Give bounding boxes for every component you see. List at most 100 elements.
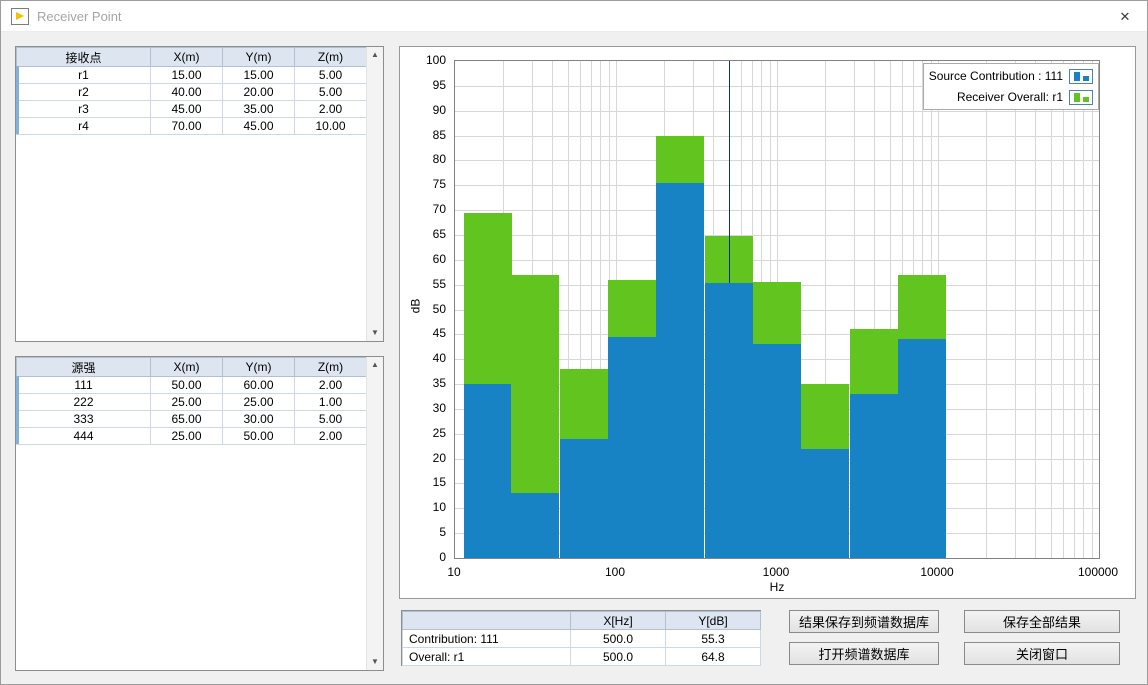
col-header-empty — [403, 612, 571, 630]
contribution-bar — [801, 449, 849, 558]
v-gridline — [1051, 61, 1052, 558]
v-gridline — [1083, 61, 1084, 558]
overall-bar — [560, 369, 608, 439]
overall-bar — [801, 384, 849, 449]
scroll-up-icon[interactable]: ▲ — [367, 357, 383, 373]
table-cell: 65.00 — [151, 411, 223, 428]
table-cell: 25.00 — [151, 394, 223, 411]
v-gridline — [986, 61, 987, 558]
scroll-up-icon[interactable]: ▲ — [367, 47, 383, 63]
scroll-down-icon[interactable]: ▼ — [367, 654, 383, 670]
table-row[interactable]: r115.0015.005.00 — [17, 67, 367, 84]
cursor-line[interactable] — [729, 61, 730, 283]
table-row[interactable]: r345.0035.002.00 — [17, 101, 367, 118]
col-header-y: Y(m) — [223, 48, 295, 67]
y-tick-label: 55 — [400, 277, 446, 291]
table-cell: 5.00 — [295, 67, 367, 84]
table-cell: r3 — [17, 101, 151, 118]
table-cell: r4 — [17, 118, 151, 135]
play-arrow-icon — [16, 12, 24, 20]
y-tick-label: 10 — [400, 500, 446, 514]
y-tick-label: 100 — [400, 53, 446, 67]
contribution-bar — [511, 493, 559, 558]
save-all-results-button[interactable]: 保存全部结果 — [964, 610, 1120, 633]
table-cell: r2 — [17, 84, 151, 101]
y-tick-label: 75 — [400, 177, 446, 191]
legend-item-overall[interactable]: Receiver Overall: r1 — [929, 88, 1093, 106]
y-tick-label: 15 — [400, 475, 446, 489]
y-tick-label: 50 — [400, 302, 446, 316]
cursor-table-panel: X[Hz] Y[dB] Contribution: 111500.055.3Ov… — [401, 610, 761, 666]
table-cell: 222 — [17, 394, 151, 411]
open-spectrum-db-button[interactable]: 打开频谱数据库 — [789, 642, 939, 665]
close-icon[interactable]: ✕ — [1115, 7, 1135, 27]
save-to-spectrum-db-button[interactable]: 结果保存到频谱数据库 — [789, 610, 939, 633]
y-tick-label: 30 — [400, 401, 446, 415]
y-tick-label: 95 — [400, 78, 446, 92]
close-window-button[interactable]: 关闭窗口 — [964, 642, 1120, 665]
y-tick-label: 40 — [400, 351, 446, 365]
receiver-scrollbar[interactable]: ▲ ▼ — [366, 47, 383, 341]
v-gridline — [1015, 61, 1016, 558]
x-tick-label: 10 — [447, 565, 460, 579]
source-table-body: 11150.0060.002.0022225.0025.001.0033365.… — [17, 377, 367, 445]
table-row[interactable]: 44425.0050.002.00 — [17, 428, 367, 445]
col-header-z: Z(m) — [295, 48, 367, 67]
y-tick-label: 25 — [400, 426, 446, 440]
v-gridline — [1035, 61, 1036, 558]
table-row[interactable]: 33365.0030.005.00 — [17, 411, 367, 428]
table-cell: 45.00 — [151, 101, 223, 118]
scroll-down-icon[interactable]: ▼ — [367, 325, 383, 341]
table-cell: 30.00 — [223, 411, 295, 428]
table-row[interactable]: 22225.0025.001.00 — [17, 394, 367, 411]
table-row[interactable]: Contribution: 111500.055.3 — [403, 630, 761, 648]
table-cell: 5.00 — [295, 411, 367, 428]
col-header-ydb: Y[dB] — [666, 612, 761, 630]
contribution-bar — [560, 439, 608, 558]
table-cell: 10.00 — [295, 118, 367, 135]
overall-bar — [898, 275, 946, 340]
source-table-header-row: 源强 X(m) Y(m) Z(m) — [17, 358, 367, 377]
y-tick-label: 45 — [400, 326, 446, 340]
titlebar[interactable]: Receiver Point ✕ — [1, 1, 1147, 32]
col-header-z: Z(m) — [295, 358, 367, 377]
receiver-table-body: r115.0015.005.00r240.0020.005.00r345.003… — [17, 67, 367, 135]
y-tick-label: 5 — [400, 525, 446, 539]
x-tick-label: 10000 — [920, 565, 953, 579]
source-scrollbar[interactable]: ▲ ▼ — [366, 357, 383, 670]
table-row[interactable]: 11150.0060.002.00 — [17, 377, 367, 394]
overall-bar — [608, 280, 656, 337]
table-cell: 333 — [17, 411, 151, 428]
receiver-table: 接收点 X(m) Y(m) Z(m) r115.0015.005.00r240.… — [16, 47, 367, 135]
v-gridline — [1074, 61, 1075, 558]
overall-bar — [511, 275, 559, 494]
table-cell: Contribution: 111 — [403, 630, 571, 648]
receiver-table-panel: 接收点 X(m) Y(m) Z(m) r115.0015.005.00r240.… — [15, 46, 384, 342]
v-gridline — [1092, 61, 1093, 558]
table-cell: Overall: r1 — [403, 648, 571, 666]
contribution-bar — [898, 339, 946, 558]
contribution-bar — [608, 337, 656, 558]
selection-strip — [16, 376, 19, 444]
y-tick-label: 35 — [400, 376, 446, 390]
table-cell: 60.00 — [223, 377, 295, 394]
table-cell: 70.00 — [151, 118, 223, 135]
table-cell: 55.3 — [666, 630, 761, 648]
source-table: 源强 X(m) Y(m) Z(m) 11150.0060.002.0022225… — [16, 357, 367, 445]
legend-item-contribution[interactable]: Source Contribution : 111 — [929, 67, 1093, 85]
table-row[interactable]: r240.0020.005.00 — [17, 84, 367, 101]
table-cell: r1 — [17, 67, 151, 84]
table-cell: 111 — [17, 377, 151, 394]
y-tick-label: 70 — [400, 202, 446, 216]
source-table-panel: 源强 X(m) Y(m) Z(m) 11150.0060.002.0022225… — [15, 356, 384, 671]
table-cell: 50.00 — [223, 428, 295, 445]
table-row[interactable]: r470.0045.0010.00 — [17, 118, 367, 135]
table-row[interactable]: Overall: r1500.064.8 — [403, 648, 761, 666]
cursor-table-body: Contribution: 111500.055.3Overall: r1500… — [403, 630, 761, 666]
labview-app-icon — [11, 8, 29, 25]
overall-bar — [464, 213, 512, 384]
plot-area[interactable] — [454, 60, 1100, 559]
col-header-x: X(m) — [151, 48, 223, 67]
col-header-receiver: 接收点 — [17, 48, 151, 67]
y-tick-label: 65 — [400, 227, 446, 241]
